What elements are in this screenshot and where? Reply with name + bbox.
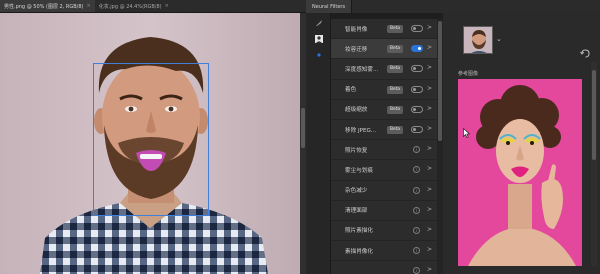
filter-label: 着色 — [345, 87, 357, 94]
filter-label: 智能肖像 — [345, 26, 368, 33]
beta-badge: Beta — [387, 45, 404, 54]
beta-badge: Beta — [387, 25, 404, 33]
undo-icon[interactable] — [580, 49, 590, 58]
face-detection-box — [93, 63, 209, 216]
settings-scrollbar[interactable] — [591, 62, 597, 266]
beta-badge: Beta — [387, 85, 404, 94]
info-icon[interactable]: i — [413, 166, 420, 174]
filter-label: 妆容迁移 — [345, 46, 368, 53]
doc-tab-man[interactable]: 男性.png @ 50% (图层 2, RGB/8) × — [0, 0, 95, 12]
chevron-right-icon[interactable]: > — [427, 85, 432, 92]
filter-label: 深度感知雾... — [345, 66, 379, 73]
filter-toggle[interactable] — [411, 65, 423, 73]
filter-label: 照片素描化 — [345, 228, 373, 235]
chevron-down-icon[interactable]: ⌄ — [496, 35, 502, 43]
info-icon[interactable]: i — [413, 247, 420, 255]
info-icon[interactable]: i — [413, 267, 420, 274]
panel-tool-strip — [306, 13, 331, 274]
chevron-right-icon[interactable]: > — [427, 226, 432, 233]
beta-badge: Beta — [387, 125, 404, 134]
filter-item-super-zoom[interactable]: 超级缩放 Beta > — [331, 100, 437, 120]
close-icon[interactable]: × — [165, 3, 169, 9]
filter-list: 智能肖像 Beta > 妆容迁移 Beta > 深度感知雾... Beta > … — [331, 19, 437, 274]
chevron-right-icon[interactable]: > — [427, 186, 432, 193]
doc-tab-label: 化妆.jpg @ 24.4%(RGB/8) — [98, 3, 162, 10]
filter-toggle[interactable] — [411, 25, 423, 32]
brush-icon[interactable] — [315, 19, 323, 27]
chevron-right-icon[interactable]: > — [427, 105, 432, 112]
beta-badge: Beta — [387, 65, 404, 74]
filter-toggle[interactable] — [411, 85, 423, 93]
info-icon[interactable]: i — [413, 186, 420, 194]
indicator-dot-icon — [317, 53, 321, 57]
filter-toggle[interactable] — [411, 125, 423, 133]
woman-makeup-image — [458, 79, 582, 266]
panel-title-tab[interactable]: Neural Filters — [306, 0, 353, 13]
filter-item-photo-restore[interactable]: 照片恢复 i > — [331, 140, 437, 161]
info-icon[interactable]: i — [413, 206, 420, 214]
chevron-right-icon[interactable]: > — [427, 266, 432, 273]
filter-item-photo-sketch[interactable]: 照片素描化 i > — [331, 221, 437, 242]
filter-item-smart-portrait[interactable]: 智能肖像 Beta > — [331, 19, 437, 40]
doc-tab-makeup[interactable]: 化妆.jpg @ 24.4%(RGB/8) × — [95, 0, 173, 12]
chevron-right-icon[interactable]: > — [427, 125, 432, 132]
chevron-right-icon[interactable]: > — [427, 44, 432, 51]
chevron-right-icon[interactable]: > — [427, 24, 432, 31]
filter-toggle[interactable] — [411, 105, 423, 113]
source-image-thumbnail[interactable] — [463, 26, 493, 54]
filter-item-makeup-transfer[interactable]: 妆容迁移 Beta > — [331, 39, 437, 60]
filter-item-colorize[interactable]: 着色 Beta > — [331, 80, 437, 100]
document-canvas[interactable] — [0, 13, 300, 274]
chevron-right-icon[interactable]: > — [427, 206, 432, 213]
filter-label: 清理面部 — [345, 208, 368, 215]
filter-item-depth-haze[interactable]: 深度感知雾... Beta > — [331, 59, 437, 80]
chevron-right-icon[interactable]: > — [427, 246, 432, 253]
filter-item-noise-reduction[interactable]: 杂色减少 i > — [331, 181, 437, 201]
chevron-right-icon[interactable]: > — [427, 64, 432, 71]
user-icon[interactable] — [315, 35, 323, 43]
close-icon[interactable]: × — [86, 3, 90, 9]
filter-label: 超级缩放 — [345, 107, 368, 114]
filter-item-partial[interactable]: i > — [331, 261, 437, 274]
beta-badge: Beta — [387, 105, 404, 114]
mouse-cursor-icon — [463, 128, 470, 138]
filter-item-sketch-portrait[interactable]: 素描肖像化 i > — [331, 241, 437, 262]
filter-item-face-cleanup[interactable]: 清理面部 i > — [331, 201, 437, 221]
info-icon[interactable]: i — [413, 226, 420, 234]
doc-tab-label: 男性.png @ 50% (图层 2, RGB/8) — [4, 3, 84, 10]
filter-label: 雾尘与划痕 — [345, 167, 373, 174]
filter-label: 照片恢复 — [345, 147, 368, 154]
filter-label: 移除 JPEG... — [345, 127, 377, 134]
man-thumbnail-image — [464, 27, 492, 53]
filter-item-jpeg-artifacts[interactable]: 移除 JPEG... Beta > — [331, 120, 437, 141]
reference-image[interactable] — [458, 79, 582, 266]
filter-label: 杂色减少 — [345, 188, 368, 195]
filter-label: 素描肖像化 — [345, 248, 373, 255]
chevron-right-icon[interactable]: > — [427, 165, 432, 172]
chevron-right-icon[interactable]: > — [427, 145, 432, 152]
filter-toggle[interactable] — [411, 45, 423, 53]
filter-item-dust-scratches[interactable]: 雾尘与划痕 i > — [331, 160, 437, 181]
info-icon[interactable]: i — [413, 146, 420, 154]
reference-image-label: 参考图像 — [458, 71, 479, 77]
